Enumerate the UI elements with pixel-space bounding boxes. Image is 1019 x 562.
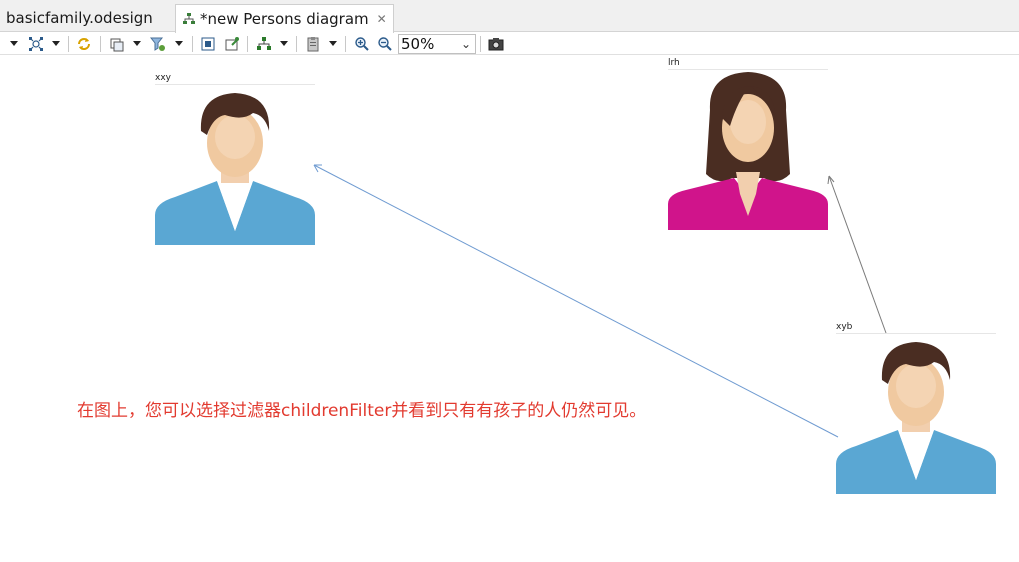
tab-basicfamily-odesign[interactable]: basicfamily.odesign <box>0 4 159 32</box>
paste-icon[interactable] <box>305 36 321 52</box>
tab-new-persons-diagram[interactable]: *new Persons diagram ✕ <box>175 4 394 33</box>
editor-tab-bar: basicfamily.odesign *new Persons diagram… <box>0 0 1019 33</box>
diagram-icon <box>182 12 196 26</box>
dropdown-arrow-icon[interactable] <box>10 41 18 46</box>
node-label: xxy <box>155 73 315 85</box>
diagram-toolbar: 50% ⌄ <box>0 33 1019 55</box>
camera-icon[interactable] <box>488 36 504 52</box>
zoom-level-value: 50% <box>401 35 435 53</box>
refresh-icon[interactable] <box>76 36 92 52</box>
dropdown-arrow-icon[interactable] <box>175 41 183 46</box>
toolbar-separator <box>100 36 101 52</box>
node-label: xyb <box>836 322 996 334</box>
toolbar-separator <box>68 36 69 52</box>
select-all-icon[interactable] <box>200 36 216 52</box>
close-icon[interactable]: ✕ <box>377 12 387 26</box>
tab-label: *new Persons diagram <box>200 10 369 28</box>
chevron-down-icon[interactable]: ⌄ <box>461 35 471 53</box>
dropdown-arrow-icon[interactable] <box>52 41 60 46</box>
toolbar-separator <box>345 36 346 52</box>
dropdown-arrow-icon[interactable] <box>329 41 337 46</box>
toolbar-separator <box>480 36 481 52</box>
person-node-lrh[interactable]: lrh <box>668 58 828 230</box>
toolbar-separator <box>192 36 193 52</box>
male-person-icon <box>836 342 996 494</box>
dropdown-arrow-icon[interactable] <box>133 41 141 46</box>
female-person-icon <box>668 72 828 230</box>
toolbar-separator <box>296 36 297 52</box>
node-label: lrh <box>668 58 828 70</box>
pin-icon[interactable] <box>224 36 240 52</box>
dropdown-arrow-icon[interactable] <box>280 41 288 46</box>
arrange-all-icon[interactable] <box>28 36 44 52</box>
edge-xyb-to-lrh[interactable] <box>827 175 887 334</box>
toolbar-separator <box>247 36 248 52</box>
person-node-xxy[interactable]: xxy <box>155 73 315 245</box>
annotation-note: 在图上，您可以选择过滤器childrenFilter并看到只有有孩子的人仍然可见… <box>77 401 647 421</box>
tab-label: basicfamily.odesign <box>6 9 153 27</box>
layout-icon[interactable] <box>256 36 272 52</box>
zoom-in-icon[interactable] <box>354 36 370 52</box>
zoom-out-icon[interactable] <box>377 36 393 52</box>
layers-icon[interactable] <box>109 36 125 52</box>
zoom-level-combo[interactable]: 50% ⌄ <box>398 34 476 54</box>
male-person-icon <box>155 93 315 245</box>
filters-icon[interactable] <box>149 36 166 52</box>
person-node-xyb[interactable]: xyb <box>836 322 996 494</box>
diagram-canvas[interactable]: xxy lrh xyb <box>0 55 1019 562</box>
